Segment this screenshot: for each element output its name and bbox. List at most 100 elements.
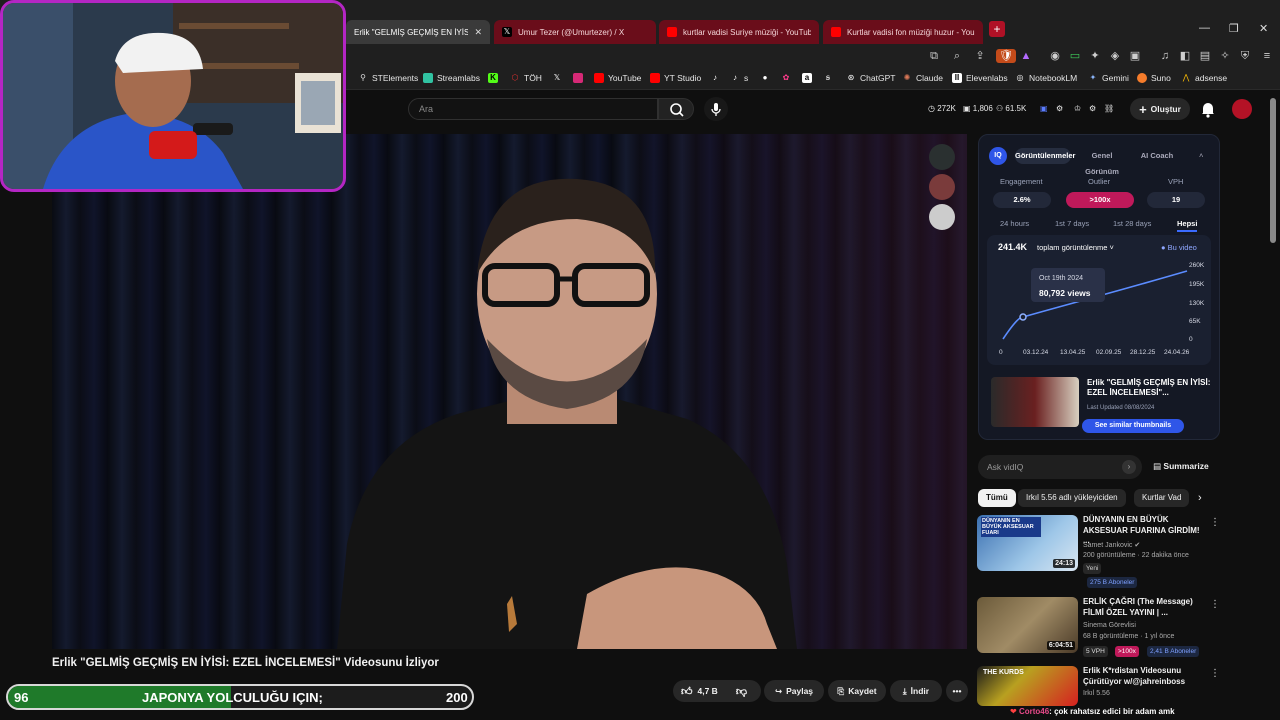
bookmark-toh[interactable]: ⬡ TÖH bbox=[510, 73, 542, 83]
extension-icon[interactable]: ◉ bbox=[1048, 49, 1062, 63]
save-button[interactable]: ⎘ Kaydet bbox=[828, 680, 886, 702]
vpn-icon[interactable]: ⛨ bbox=[1238, 49, 1252, 63]
extension-icon[interactable]: ▭ bbox=[1068, 49, 1082, 63]
related-video[interactable]: 6:04:51 ERLİK ÇAĞRI (The Message) FİLMİ … bbox=[977, 597, 1220, 661]
tab-views[interactable]: Görüntülenmeler bbox=[1015, 148, 1075, 164]
bookmark-chatgpt[interactable]: ⊛ ChatGPT bbox=[846, 73, 896, 83]
share-icon[interactable]: ⇪ bbox=[973, 49, 987, 63]
zoom-icon[interactable]: ⌕ bbox=[950, 49, 964, 63]
logo-icon[interactable] bbox=[929, 204, 955, 230]
trophy-icon[interactable]: ♔ bbox=[1074, 104, 1081, 113]
close-icon[interactable]: ✕ bbox=[474, 27, 482, 38]
tab-ai-coach[interactable]: AI Coach bbox=[1135, 148, 1179, 164]
brave-shield-icon[interactable]: 🛡 bbox=[996, 49, 1016, 63]
more-options-icon[interactable]: ⋮ bbox=[1210, 668, 1220, 679]
bookmark-gemini[interactable]: ✦ Gemini bbox=[1088, 73, 1129, 83]
maximize-icon[interactable]: ❐ bbox=[1229, 22, 1239, 35]
tab-kurtlar-suriye[interactable]: kurtlar vadisi Suriye müziği - YouTube bbox=[659, 20, 819, 44]
video-thumbnail[interactable]: THE KURDS bbox=[977, 666, 1078, 706]
rewards-icon[interactable]: ▲ bbox=[1019, 49, 1033, 63]
scrollbar[interactable] bbox=[1270, 98, 1276, 243]
filter-kurtlar[interactable]: Kurtlar Vad bbox=[1134, 489, 1189, 507]
circle-icon: ● bbox=[762, 73, 768, 82]
bookmark-amazon[interactable]: a bbox=[802, 73, 816, 83]
download-button[interactable]: ⤓ İndir bbox=[890, 680, 942, 702]
settings-icon[interactable]: ⚙ bbox=[1089, 104, 1096, 113]
related-video[interactable]: DÜNYANIN EN BÜYÜK AKSESUAR FUARI 24:13 D… bbox=[977, 515, 1220, 595]
share-button[interactable]: ↪ Paylaş bbox=[764, 680, 824, 702]
send-icon[interactable]: › bbox=[1122, 460, 1136, 474]
menu-icon[interactable]: ≡ bbox=[1260, 49, 1274, 63]
similar-thumbnails-button[interactable]: See similar thumbnails bbox=[1082, 419, 1184, 433]
filter-uploader[interactable]: Irkıl 5.56 adlı yükleyiciden bbox=[1018, 489, 1126, 507]
bookmark-x[interactable]: 𝕏 bbox=[552, 73, 566, 83]
bookmark-yt-studio[interactable]: YT Studio bbox=[650, 73, 701, 83]
range-7d[interactable]: 1st 7 days bbox=[1055, 219, 1089, 228]
search-input[interactable]: Ara bbox=[408, 98, 658, 120]
create-button[interactable]: + Oluştur bbox=[1130, 98, 1190, 120]
wallet-icon[interactable]: ▤ bbox=[1198, 49, 1212, 63]
video-player[interactable] bbox=[52, 134, 967, 649]
minimize-icon[interactable]: — bbox=[1199, 22, 1210, 34]
extension-icon[interactable]: ⚙ bbox=[1056, 104, 1063, 113]
more-options-icon[interactable]: ⋮ bbox=[1210, 517, 1220, 528]
bookmark-notebooklm[interactable]: ◎ NotebookLM bbox=[1015, 73, 1078, 83]
vph-label: VPH bbox=[1168, 177, 1184, 186]
vidiq-logo-text: IQ bbox=[994, 152, 1002, 159]
close-window-icon[interactable]: ✕ bbox=[1259, 22, 1268, 35]
summarize-button[interactable]: ▤ Summarize bbox=[1153, 461, 1209, 472]
bookmark-kick[interactable]: K bbox=[488, 73, 502, 83]
avatar-icon[interactable] bbox=[929, 174, 955, 200]
bookmark-elevenlabs[interactable]: II Elevenlabs bbox=[952, 73, 1008, 83]
vidiq-logo-icon[interactable]: ▣ bbox=[1040, 104, 1048, 113]
avatar[interactable] bbox=[1232, 99, 1252, 119]
related-video[interactable]: THE KURDS Erlik K*rdistan Videosunu Çürü… bbox=[977, 666, 1220, 706]
bookmark-tiktok[interactable]: ♪ bbox=[710, 73, 724, 83]
sidebar-icon[interactable]: ◧ bbox=[1178, 49, 1192, 63]
ask-vidiq-input[interactable]: Ask vidIQ › bbox=[978, 455, 1142, 479]
ai-icon[interactable]: ✧ bbox=[1218, 49, 1232, 63]
extension-icon[interactable]: ◈ bbox=[1108, 49, 1122, 63]
like-dislike-group[interactable]: 👍︎ 4,7 B 👎︎ bbox=[673, 680, 761, 702]
bookmark-tiktok-s[interactable]: ♪ s bbox=[730, 73, 748, 83]
more-actions-button[interactable]: ••• bbox=[946, 680, 968, 702]
filter-all[interactable]: Tümü bbox=[978, 489, 1016, 507]
bookmark-shazam[interactable]: ꞩ bbox=[823, 73, 837, 83]
video-thumbnail[interactable]: 6:04:51 bbox=[977, 597, 1078, 653]
bookmark-pink[interactable]: ✿ bbox=[781, 73, 795, 83]
bookmark-instagram[interactable] bbox=[573, 73, 587, 83]
like-icon[interactable]: 👍︎ bbox=[681, 685, 693, 698]
notifications-button[interactable] bbox=[1200, 100, 1216, 118]
channel-watermark-icon[interactable] bbox=[929, 144, 955, 170]
bookmark-adsense[interactable]: ⋀ adsense bbox=[1181, 73, 1227, 83]
range-28d[interactable]: 1st 28 days bbox=[1113, 219, 1151, 228]
range-all[interactable]: Hepsi bbox=[1177, 219, 1198, 232]
tab-erlik-video[interactable]: Erlik "GELMİŞ GEÇMİŞ EN İYİSİ: E ✕ bbox=[346, 20, 490, 44]
bookmark-suno[interactable]: Suno bbox=[1137, 73, 1171, 83]
total-label-dropdown[interactable]: toplam görüntülenme ˅ bbox=[1037, 243, 1114, 252]
bookmark-stelements[interactable]: ⚲ STElements bbox=[358, 73, 418, 83]
bookmark-circle[interactable]: ● bbox=[760, 73, 774, 83]
tab-umur-tezer[interactable]: 𝕏 Umur Tezer (@Umurtezer) / X bbox=[494, 20, 656, 44]
install-icon[interactable]: ⧉ bbox=[927, 49, 941, 63]
y-tick: 65K bbox=[1189, 318, 1201, 325]
tab-kurtlar-fon[interactable]: Kurtlar vadisi fon müziği huzur - You bbox=[823, 20, 983, 44]
tab-overview[interactable]: Genel Görünüm bbox=[1075, 148, 1129, 176]
link-icon[interactable]: ⛓ bbox=[1104, 104, 1114, 113]
new-tab-button[interactable]: + bbox=[989, 21, 1005, 37]
voice-search-button[interactable] bbox=[704, 97, 728, 121]
dislike-icon[interactable]: 👎︎ bbox=[736, 685, 747, 698]
video-thumbnail[interactable]: DÜNYANIN EN BÜYÜK AKSESUAR FUARI 24:13 bbox=[977, 515, 1078, 571]
extension-icon[interactable]: ✦ bbox=[1088, 49, 1102, 63]
more-options-icon[interactable]: ⋮ bbox=[1210, 599, 1220, 610]
bookmark-streamlabs[interactable]: Streamlabs bbox=[423, 73, 480, 83]
range-24h[interactable]: 24 hours bbox=[1000, 219, 1029, 228]
bookmark-youtube[interactable]: YouTube bbox=[594, 73, 641, 83]
extension-icon[interactable]: ▣ bbox=[1128, 49, 1142, 63]
bookmark-claude[interactable]: ✺ Claude bbox=[902, 73, 943, 83]
chevron-right-icon[interactable]: › bbox=[1198, 492, 1202, 504]
media-icon[interactable]: ♫ bbox=[1158, 49, 1172, 63]
collapse-icon[interactable]: ˄ bbox=[1199, 151, 1203, 160]
video-thumbnail[interactable] bbox=[991, 377, 1079, 427]
search-button[interactable] bbox=[658, 98, 694, 120]
